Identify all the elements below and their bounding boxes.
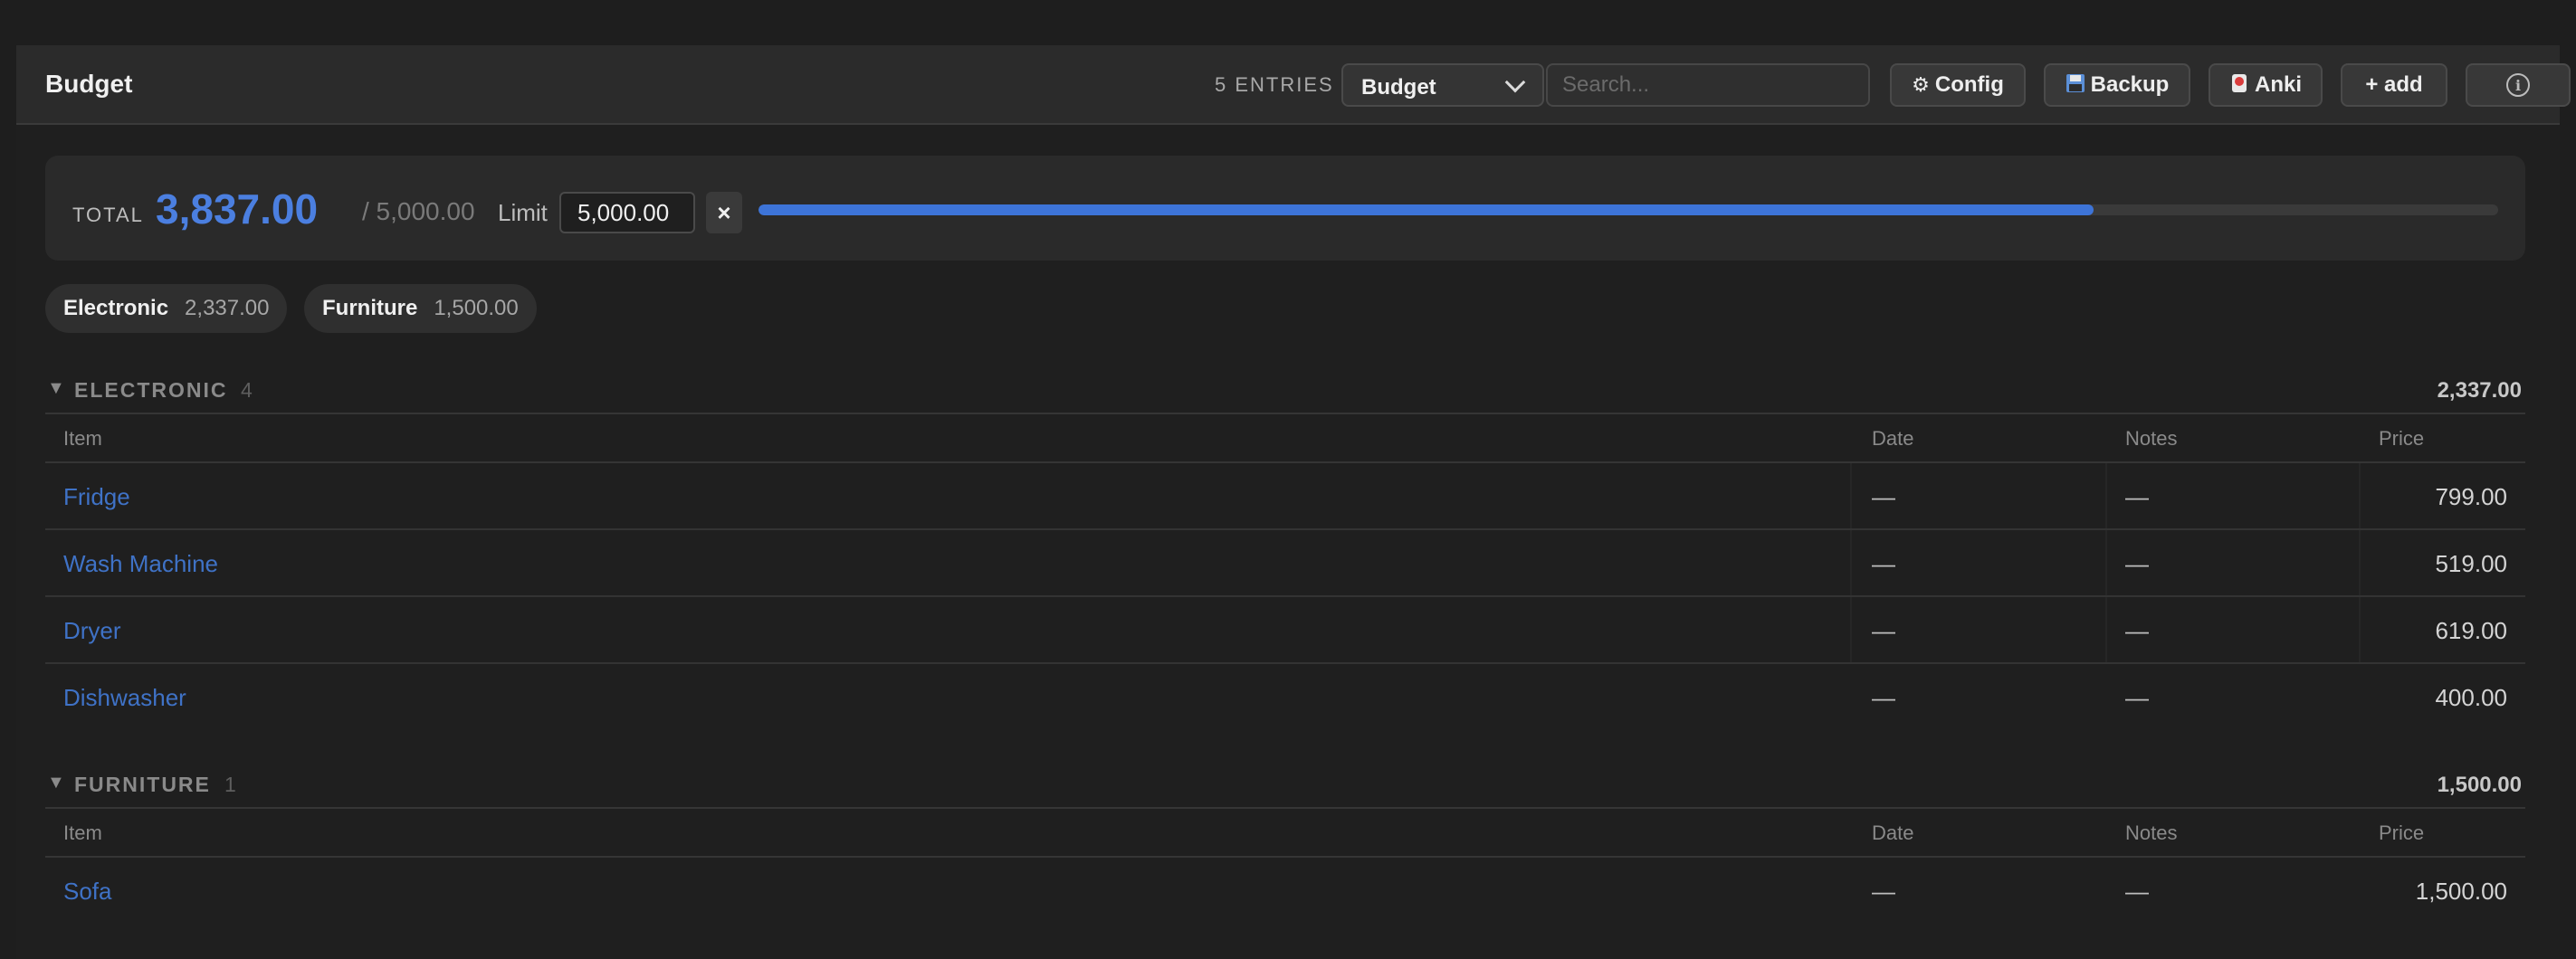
anki-button[interactable]: Anki <box>2209 63 2323 107</box>
column-date: Date <box>1872 821 1914 844</box>
group-total: 2,337.00 <box>2437 378 2522 403</box>
item-link[interactable]: Fridge <box>63 483 130 511</box>
limit-input[interactable] <box>559 192 695 233</box>
group-count: 1 <box>224 773 236 796</box>
column-price: Price <box>2379 821 2425 844</box>
sheet-select-value: Budget <box>1361 75 1436 100</box>
column-notes: Notes <box>2125 427 2178 450</box>
table-header: Item Date Notes Price <box>45 414 2525 463</box>
column-divider <box>2105 597 2107 662</box>
table-row[interactable]: Dishwasher — — 400.00 <box>45 664 2525 731</box>
item-price: 619.00 <box>2435 617 2507 644</box>
column-item: Item <box>63 427 102 450</box>
item-date: — <box>1872 550 1895 577</box>
group-furniture: ▼ FURNITURE 1 1,500.00 Item Date Notes P… <box>45 758 2525 925</box>
chip-amount: 2,337.00 <box>185 296 270 320</box>
group-name: FURNITURE <box>74 773 211 796</box>
group-electronic: ▼ ELECTRONIC 4 2,337.00 Item Date Notes … <box>45 364 2525 731</box>
item-price: 519.00 <box>2435 550 2507 577</box>
backup-button-label: Backup <box>2090 72 2170 97</box>
group-header[interactable]: ▼ FURNITURE 1 1,500.00 <box>45 758 2525 809</box>
info-button[interactable]: i <box>2466 63 2571 107</box>
column-divider <box>2359 597 2361 662</box>
gear-icon: ⚙ <box>1912 73 1930 96</box>
total-label: TOTAL <box>72 204 144 226</box>
table-header: Item Date Notes Price <box>45 809 2525 858</box>
item-link[interactable]: Dryer <box>63 617 121 645</box>
page-title: Budget <box>45 70 133 98</box>
config-button-label: Config <box>1934 72 2004 97</box>
column-divider <box>1850 530 1852 595</box>
category-chip-furniture[interactable]: Furniture 1,500.00 <box>304 284 537 333</box>
add-button-label: + add <box>2365 72 2423 97</box>
add-entry-button[interactable]: + add <box>2341 63 2447 107</box>
column-divider <box>1850 597 1852 662</box>
column-divider <box>2105 463 2107 528</box>
item-link[interactable]: Wash Machine <box>63 550 218 578</box>
item-notes: — <box>2125 483 2149 510</box>
sheet-select[interactable]: Budget <box>1341 63 1544 107</box>
item-notes: — <box>2125 550 2149 577</box>
search-input[interactable] <box>1546 63 1870 107</box>
limit-label: Limit <box>498 199 548 226</box>
group-count: 4 <box>241 378 253 402</box>
backup-button[interactable]: Backup <box>2044 63 2190 107</box>
column-price: Price <box>2379 427 2425 450</box>
column-divider <box>2105 530 2107 595</box>
collapse-toggle-icon[interactable]: ▼ <box>47 378 65 399</box>
floppy-disk-icon <box>2066 73 2085 97</box>
table-row[interactable]: Wash Machine — — 519.00 <box>45 530 2525 597</box>
clear-limit-button[interactable]: × <box>706 192 742 233</box>
item-date: — <box>1872 684 1895 711</box>
config-button[interactable]: ⚙ Config <box>1890 63 2026 107</box>
column-divider <box>1850 463 1852 528</box>
budget-progress-bar <box>758 204 2498 215</box>
total-limit: / 5,000.00 <box>362 197 475 225</box>
group-total: 1,500.00 <box>2437 773 2522 797</box>
item-price: 400.00 <box>2435 684 2507 711</box>
column-divider <box>2359 530 2361 595</box>
chevron-down-icon <box>1504 71 1526 93</box>
table-row[interactable]: Dryer — — 619.00 <box>45 597 2525 664</box>
item-date: — <box>1872 878 1895 905</box>
anki-logo-icon <box>2229 73 2249 97</box>
column-divider <box>2359 463 2361 528</box>
item-date: — <box>1872 617 1895 644</box>
item-date: — <box>1872 483 1895 510</box>
category-chip-electronic[interactable]: Electronic 2,337.00 <box>45 284 288 333</box>
table-row[interactable]: Sofa — — 1,500.00 <box>45 858 2525 925</box>
group-name: ELECTRONIC <box>74 378 228 402</box>
item-link[interactable]: Dishwasher <box>63 684 186 712</box>
info-icon: i <box>2506 73 2530 97</box>
column-item: Item <box>63 821 102 844</box>
chip-amount: 1,500.00 <box>434 296 519 320</box>
item-link[interactable]: Sofa <box>63 878 112 906</box>
total-value: 3,837.00 <box>156 185 319 233</box>
top-bar: Budget 5 ENTRIES Budget ⚙ Config Backup <box>16 45 2571 125</box>
table-row[interactable]: Fridge — — 799.00 <box>45 463 2525 530</box>
item-notes: — <box>2125 878 2149 905</box>
budget-progress-fill <box>758 204 2094 215</box>
column-notes: Notes <box>2125 821 2178 844</box>
item-price: 799.00 <box>2435 483 2507 510</box>
anki-button-label: Anki <box>2254 72 2302 97</box>
chip-name: Furniture <box>322 296 418 320</box>
group-header[interactable]: ▼ ELECTRONIC 4 2,337.00 <box>45 364 2525 414</box>
chip-name: Electronic <box>63 296 169 320</box>
collapse-toggle-icon[interactable]: ▼ <box>47 773 65 793</box>
column-date: Date <box>1872 427 1914 450</box>
item-price: 1,500.00 <box>2415 878 2507 905</box>
total-summary-card: TOTAL 3,837.00 / 5,000.00 Limit × <box>45 156 2525 261</box>
entry-count: 5 ENTRIES <box>1215 73 1334 96</box>
item-notes: — <box>2125 684 2149 711</box>
item-notes: — <box>2125 617 2149 644</box>
app-window: Budget 5 ENTRIES Budget ⚙ Config Backup <box>16 45 2571 959</box>
